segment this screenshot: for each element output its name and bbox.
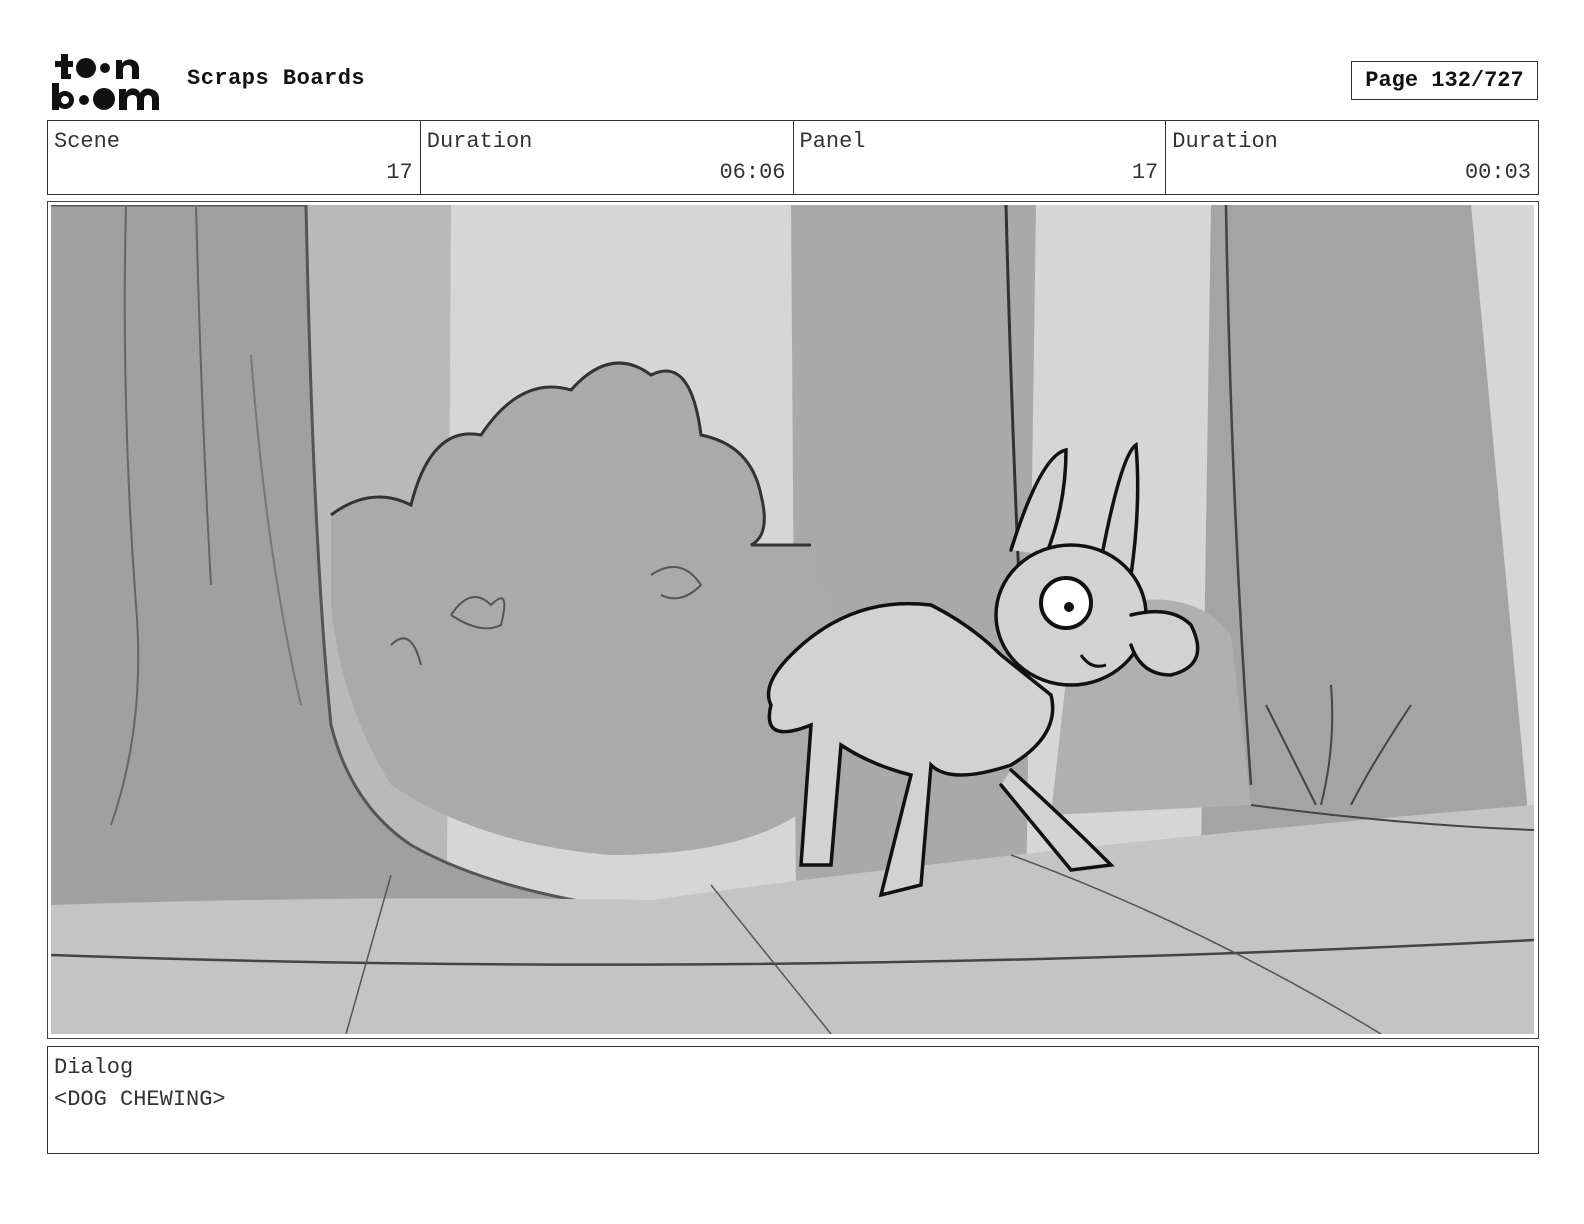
- dialog-text: <DOG CHEWING>: [54, 1087, 226, 1112]
- panel-info-row: Scene 17 Duration 06:06 Panel 17 Duratio…: [47, 120, 1539, 195]
- panel-duration-value: 00:03: [1464, 160, 1531, 185]
- dialog-box: Dialog <DOG CHEWING>: [47, 1046, 1539, 1154]
- panel-cell: Panel 17: [794, 121, 1167, 194]
- storyboard-panel-frame: [47, 201, 1539, 1039]
- scene-label: Scene: [54, 129, 121, 154]
- panel-label: Panel: [799, 129, 866, 154]
- scene-duration-label: Duration: [426, 129, 533, 154]
- panel-duration-label: Duration: [1172, 129, 1278, 154]
- dialog-label: Dialog: [54, 1055, 134, 1080]
- page-number: Page 132/727: [1351, 61, 1538, 100]
- scene-value: 17: [386, 160, 413, 185]
- panel-duration-cell: Duration 00:03: [1166, 121, 1538, 194]
- board-title: Scraps Boards: [187, 66, 366, 91]
- scene-duration-cell: Duration 06:06: [421, 121, 794, 194]
- scene-duration-value: 06:06: [719, 160, 786, 185]
- toon-boom-logo: [52, 54, 159, 110]
- panel-value: 17: [1131, 160, 1159, 185]
- scene-cell: Scene 17: [48, 121, 421, 194]
- storyboard-panel-drawing: [51, 205, 1534, 1034]
